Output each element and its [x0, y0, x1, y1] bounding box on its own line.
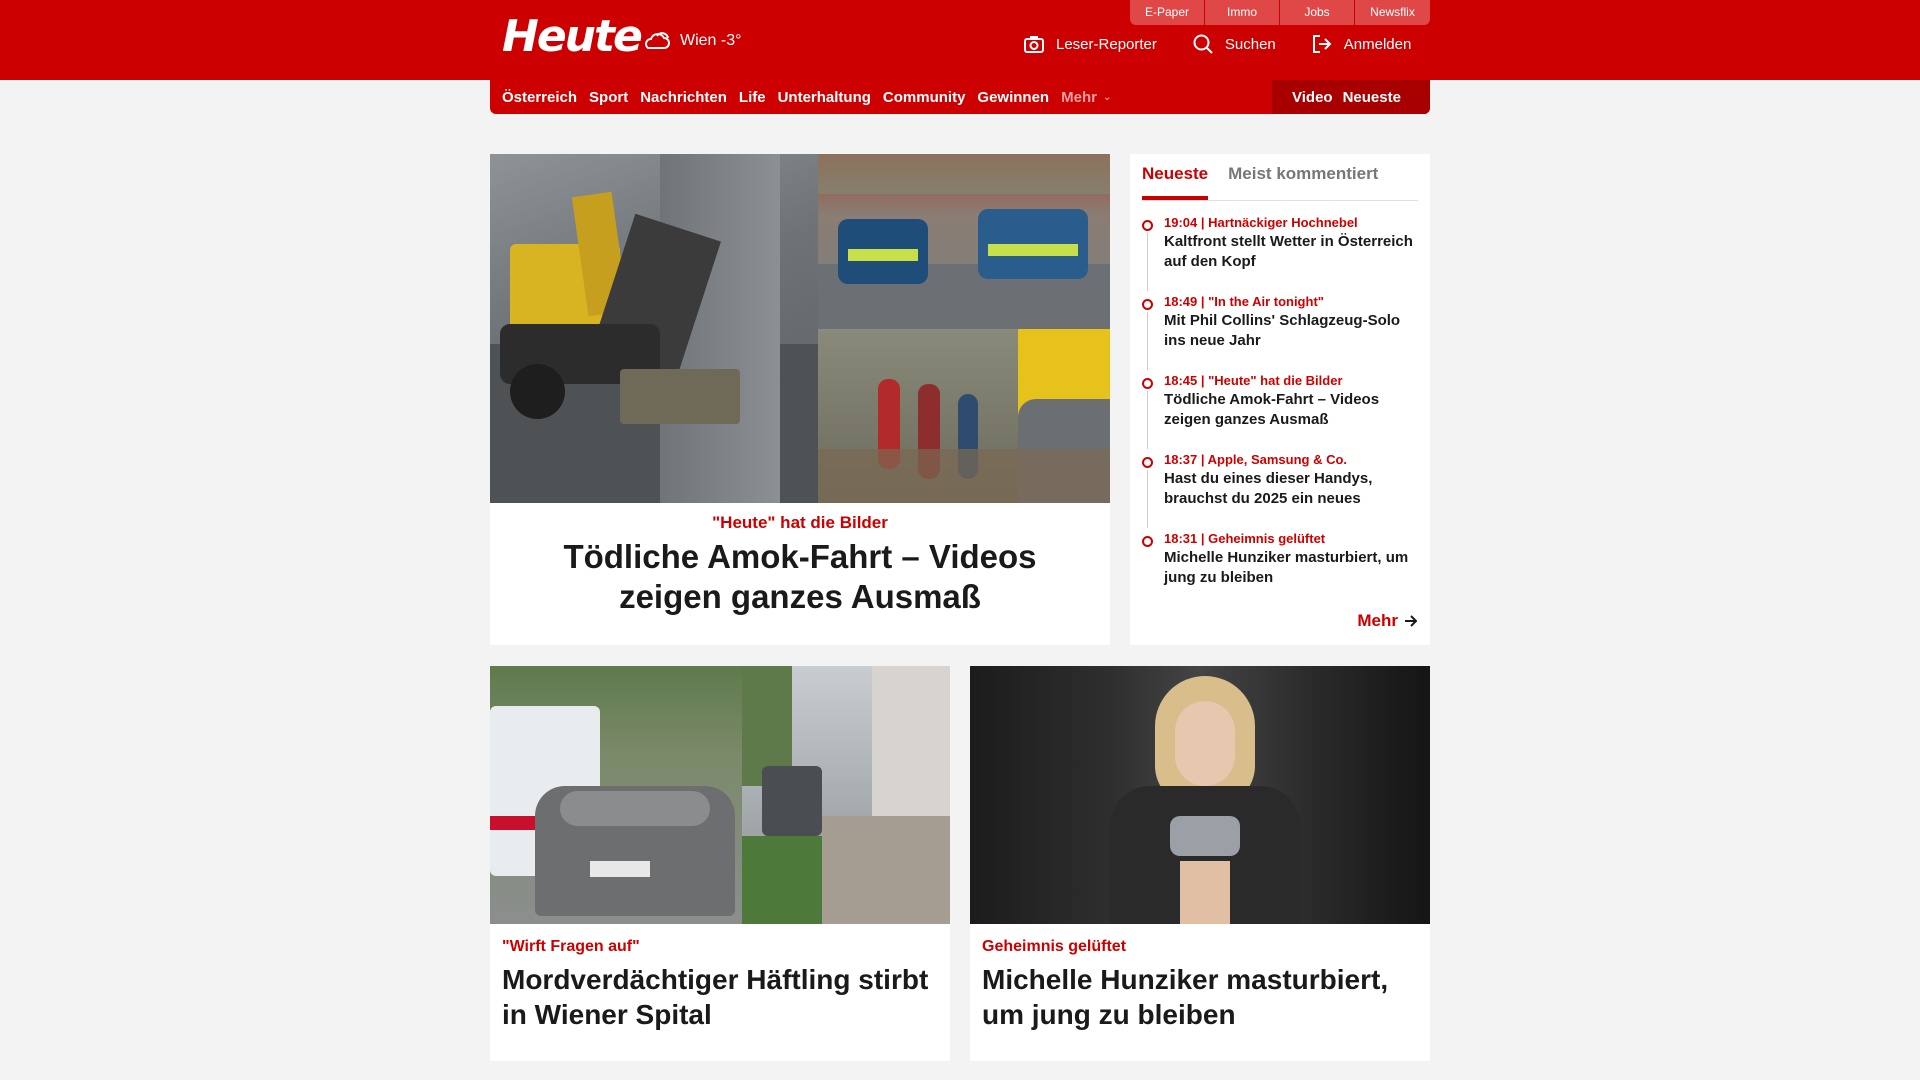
timeline-dot-icon	[1142, 457, 1153, 468]
feed-item-meta: 18:45 | "Heute" hat die Bilder	[1164, 373, 1343, 388]
leser-reporter-label: Leser-Reporter	[1056, 35, 1157, 53]
login-button[interactable]: Anmelden	[1312, 34, 1412, 54]
photo-police-scene	[490, 666, 742, 924]
weather-widget[interactable]: Wien -3°	[640, 28, 742, 54]
login-icon	[1312, 35, 1332, 53]
sidebar-tabs: Neueste Meist kommentiert	[1142, 164, 1418, 201]
newsflix-link[interactable]: Newsflix	[1355, 0, 1430, 25]
hero-image	[490, 154, 1110, 503]
tab-meist-kommentiert[interactable]: Meist kommentiert	[1228, 164, 1378, 200]
nav-unterhaltung[interactable]: Unterhaltung	[778, 89, 871, 106]
hero-article[interactable]: "Heute" hat die Bilder Tödliche Amok-Fah…	[490, 154, 1110, 645]
search-icon	[1193, 34, 1213, 54]
article-kicker: "Wirft Fragen auf"	[502, 938, 640, 955]
arrow-right-icon	[1405, 615, 1418, 627]
hero-kicker: "Heute" hat die Bilder	[712, 513, 888, 532]
feed-item[interactable]: 18:31 | Geheimnis gelüftet Michelle Hunz…	[1142, 531, 1418, 610]
feed-item-text: Hast du eines dieser Handys, brauchst du…	[1164, 470, 1373, 507]
article-image	[490, 666, 950, 924]
feed-item-text: Michelle Hunziker masturbiert, um jung z…	[1164, 549, 1409, 586]
immo-link[interactable]: Immo	[1205, 0, 1280, 25]
nav-right-section: Video Neueste	[1272, 80, 1430, 114]
camera-icon	[1024, 36, 1044, 53]
jobs-link[interactable]: Jobs	[1280, 0, 1355, 25]
nav-oesterreich[interactable]: Österreich	[502, 89, 577, 106]
timeline-line	[1147, 233, 1148, 291]
feed-item-text: Mit Phil Collins' Schlagzeug-Solo ins ne…	[1164, 312, 1401, 349]
timeline-line	[1147, 391, 1148, 449]
photo-street	[742, 666, 950, 924]
timeline-line	[1147, 470, 1148, 528]
more-label: Mehr	[1357, 611, 1398, 630]
nav-more-dropdown[interactable]: Mehr ⌄	[1061, 89, 1111, 106]
main-navigation: Österreich Sport Nachrichten Life Unterh…	[490, 80, 1430, 114]
article-title[interactable]: Michelle Hunziker masturbiert, um jung z…	[982, 962, 1418, 1032]
nav-video[interactable]: Video	[1292, 89, 1333, 106]
hero-photo-police-cars	[818, 154, 1110, 329]
feed-item-text: Kaltfront stellt Wetter in Österreich au…	[1164, 233, 1413, 270]
weather-text: Wien -3°	[680, 32, 742, 49]
hero-photo-people-bus	[818, 329, 1110, 503]
photo-portrait	[970, 666, 1430, 924]
nav-more-label: Mehr	[1061, 88, 1097, 106]
feed-item[interactable]: 18:45 | "Heute" hat die Bilder Tödliche …	[1142, 373, 1418, 452]
feed-item-meta: 18:37 | Apple, Samsung & Co.	[1164, 452, 1348, 467]
search-label: Suchen	[1224, 35, 1276, 53]
article-kicker: Geheimnis gelüftet	[982, 938, 1127, 955]
hero-photo-excavator	[490, 154, 818, 503]
nav-nachrichten[interactable]: Nachrichten	[640, 89, 727, 106]
nav-life[interactable]: Life	[739, 89, 766, 106]
article-title[interactable]: Mordverdächtiger Häftling stirbt in Wien…	[502, 962, 938, 1032]
feed-item[interactable]: 18:49 | "In the Air tonight" Mit Phil Co…	[1142, 294, 1418, 373]
feed-item-text: Tödliche Amok-Fahrt – Videos zeigen ganz…	[1164, 391, 1380, 428]
epaper-link[interactable]: E-Paper	[1130, 0, 1205, 25]
news-feed: 19:04 | Hartnäckiger Hochnebel Kaltfront…	[1142, 215, 1418, 610]
timeline-line	[1147, 312, 1148, 370]
feed-item-meta: 18:31 | Geheimnis gelüftet	[1164, 531, 1326, 546]
timeline-dot-icon	[1142, 220, 1153, 231]
timeline-dot-icon	[1142, 378, 1153, 389]
article-card[interactable]: "Wirft Fragen auf" Mordverdächtiger Häft…	[490, 666, 950, 1061]
feed-item[interactable]: 19:04 | Hartnäckiger Hochnebel Kaltfront…	[1142, 215, 1418, 294]
feed-item-meta: 18:49 | "In the Air tonight"	[1164, 294, 1324, 309]
heute-logo[interactable]: Heute	[502, 14, 643, 60]
login-label: Anmelden	[1343, 35, 1412, 53]
top-links: E-Paper Immo Jobs Newsflix	[1130, 0, 1430, 25]
chevron-down-icon: ⌄	[1102, 91, 1112, 103]
hero-title[interactable]: Tödliche Amok-Fahrt – Videos zeigen ganz…	[520, 537, 1080, 617]
header-actions: Leser-Reporter Suchen Anmelden	[1024, 34, 1411, 54]
nav-gewinnen[interactable]: Gewinnen	[977, 89, 1049, 106]
search-button[interactable]: Suchen	[1193, 34, 1276, 54]
tab-neueste[interactable]: Neueste	[1142, 164, 1209, 200]
feed-item[interactable]: 18:37 | Apple, Samsung & Co. Hast du ein…	[1142, 452, 1418, 531]
site-header: Heute Wien -3° E-Paper Immo Jobs Newsfli…	[0, 0, 1920, 80]
cloud-sun-icon	[645, 32, 670, 49]
article-card[interactable]: Geheimnis gelüftet Michelle Hunziker mas…	[970, 666, 1430, 1061]
latest-news-sidebar: Neueste Meist kommentiert 19:04 | Hartnä…	[1130, 154, 1430, 645]
timeline-dot-icon	[1142, 299, 1153, 310]
nav-sport[interactable]: Sport	[589, 89, 628, 106]
timeline-dot-icon	[1142, 536, 1153, 547]
leser-reporter-button[interactable]: Leser-Reporter	[1024, 35, 1157, 53]
sidebar-more-link[interactable]: Mehr	[1357, 611, 1418, 631]
nav-neueste[interactable]: Neueste	[1343, 89, 1401, 106]
feed-item-meta: 19:04 | Hartnäckiger Hochnebel	[1164, 215, 1358, 230]
article-image	[970, 666, 1430, 924]
nav-community[interactable]: Community	[883, 89, 966, 106]
